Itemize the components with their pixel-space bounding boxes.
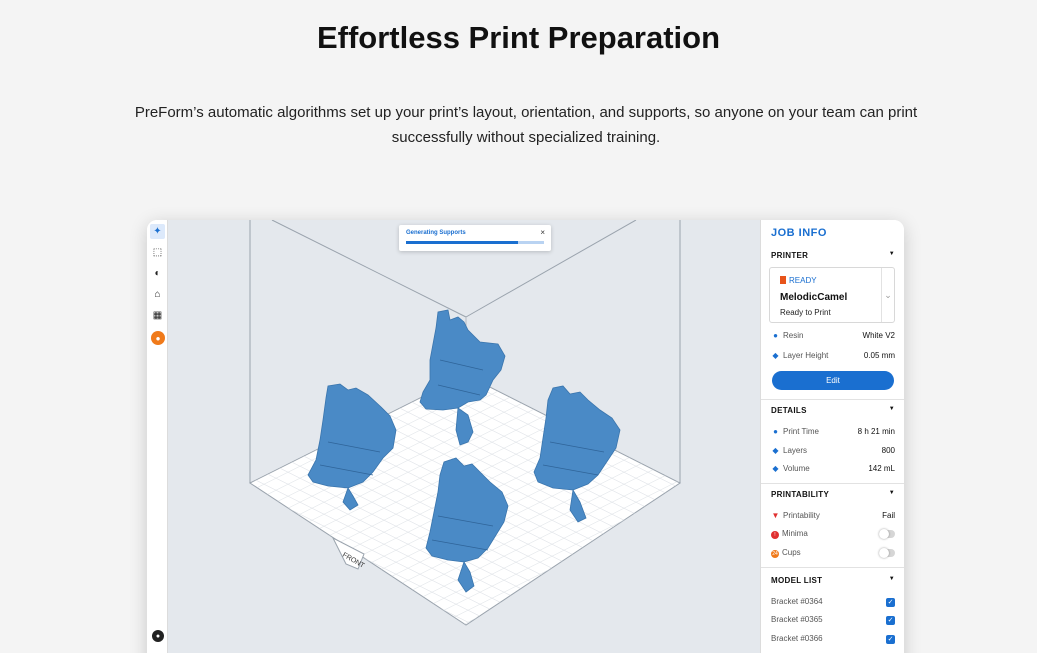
printability-heading: PRINTABILITY xyxy=(771,490,830,499)
cups-row: 24 Cups xyxy=(771,548,895,560)
printability-label: Printability xyxy=(783,511,820,520)
volume-value: 142 mL xyxy=(868,464,895,473)
print-time-row: ● Print Time 8 h 21 min xyxy=(771,427,895,439)
list-item[interactable]: Bracket #0366 ✓ xyxy=(771,634,895,646)
edit-button[interactable]: Edit xyxy=(772,371,894,390)
print-time-label: Print Time xyxy=(783,427,820,436)
model-checkbox[interactable]: ✓ xyxy=(886,598,895,607)
list-item[interactable]: Bracket #0364 ✓ xyxy=(771,597,895,609)
volume-icon: ◆ xyxy=(772,464,779,473)
printability-value: Fail xyxy=(882,511,895,520)
layers-row: ◆ Layers 800 xyxy=(771,446,895,458)
volume-label: Volume xyxy=(783,464,810,473)
details-heading: DETAILS xyxy=(771,406,807,415)
model-checkbox[interactable]: ✓ xyxy=(886,616,895,625)
layer-height-label: Layer Height xyxy=(783,351,829,360)
page-subtitle: PreForm’s automatic algorithms set up yo… xyxy=(134,104,918,146)
resin-label: Resin xyxy=(783,331,804,340)
cups-label: Cups xyxy=(782,548,801,557)
caret-down-icon[interactable]: ▼ xyxy=(889,406,895,412)
list-item[interactable]: Bracket #0365 ✓ xyxy=(771,615,895,627)
preform-app-window: ✦ ⬚ ◐ ⌂ ▦ ● ● FRONT Generating Supports … xyxy=(147,220,904,653)
printer-card[interactable]: READY MelodicCamel Ready to Print ⌄ xyxy=(769,267,895,323)
layer-height-value: 0.05 mm xyxy=(863,351,895,360)
layout-icon[interactable]: ▦ xyxy=(150,308,165,323)
model-name: Bracket #0364 xyxy=(771,597,823,606)
minima-label: Minima xyxy=(782,529,808,538)
droplet-icon: ● xyxy=(773,331,778,340)
model-name: Bracket #0366 xyxy=(771,634,823,643)
resin-value: White V2 xyxy=(862,331,895,340)
cups-toggle[interactable] xyxy=(879,548,895,558)
layer-height-icon: ◆ xyxy=(772,351,779,360)
details-section-header[interactable]: DETAILS ▼ xyxy=(771,406,895,415)
minima-toggle[interactable] xyxy=(879,529,895,539)
volume-row: ◆ Volume 142 mL xyxy=(771,464,895,476)
printer-name: MelodicCamel xyxy=(780,292,848,303)
printer-section-header[interactable]: PRINTER ▼ xyxy=(771,251,895,260)
divider xyxy=(761,483,904,484)
printer-status-label: READY xyxy=(789,276,817,285)
panel-title: JOB INFO xyxy=(771,227,827,239)
job-info-panel: JOB INFO PRINTER ▼ READY MelodicCamel Re… xyxy=(760,220,904,653)
toast-label: Generating Supports xyxy=(406,230,466,236)
printer-status: READY xyxy=(780,276,817,285)
print-icon[interactable]: ● xyxy=(151,331,165,345)
clock-icon: ● xyxy=(773,427,778,436)
magic-wand-icon[interactable]: ✦ xyxy=(150,224,165,239)
printer-status-icon xyxy=(780,276,786,284)
3d-viewport[interactable]: FRONT Generating Supports × xyxy=(168,220,760,653)
caret-down-icon[interactable]: ▼ xyxy=(889,576,895,582)
cups-count-badge: 24 xyxy=(771,550,779,558)
page-title: Effortless Print Preparation xyxy=(316,20,721,55)
chevron-down-icon[interactable]: ⌄ xyxy=(881,268,894,322)
layers-icon: ◆ xyxy=(772,446,779,455)
progress-bar-fill xyxy=(406,241,518,244)
caret-down-icon[interactable]: ▼ xyxy=(889,251,895,257)
minima-warning-icon: ! xyxy=(771,531,779,539)
layer-height-row: ◆ Layer Height 0.05 mm xyxy=(771,351,895,363)
model-checkbox[interactable]: ✓ xyxy=(886,635,895,644)
progress-toast: Generating Supports × xyxy=(399,225,551,251)
layers-value: 800 xyxy=(881,446,895,455)
divider xyxy=(761,399,904,400)
caret-down-icon[interactable]: ▼ xyxy=(889,490,895,496)
printability-section-header[interactable]: PRINTABILITY ▼ xyxy=(771,490,895,499)
progress-bar xyxy=(406,241,544,244)
select-icon[interactable]: ⬚ xyxy=(150,245,165,260)
orientation-icon[interactable]: ◐ xyxy=(150,266,165,281)
thumbs-down-icon: ▼ xyxy=(771,511,780,520)
printability-row: ▼ Printability Fail xyxy=(771,511,895,523)
supports-icon[interactable]: ⌂ xyxy=(150,287,165,302)
tool-sidebar: ✦ ⬚ ◐ ⌂ ▦ ● ● xyxy=(147,220,168,653)
model-name: Bracket #0365 xyxy=(771,615,823,624)
account-icon[interactable]: ● xyxy=(152,630,164,642)
build-volume-scene: FRONT xyxy=(249,220,681,626)
printer-state: Ready to Print xyxy=(780,308,831,317)
model-list-section-header[interactable]: MODEL LIST ▼ xyxy=(771,576,895,585)
model-list-heading: MODEL LIST xyxy=(771,576,823,585)
minima-row: ! Minima xyxy=(771,529,895,541)
resin-row: ● Resin White V2 xyxy=(771,331,895,343)
printer-heading: PRINTER xyxy=(771,251,809,260)
close-icon[interactable]: × xyxy=(540,228,545,237)
divider xyxy=(761,567,904,568)
layers-label: Layers xyxy=(783,446,808,455)
print-time-value: 8 h 21 min xyxy=(857,427,895,436)
